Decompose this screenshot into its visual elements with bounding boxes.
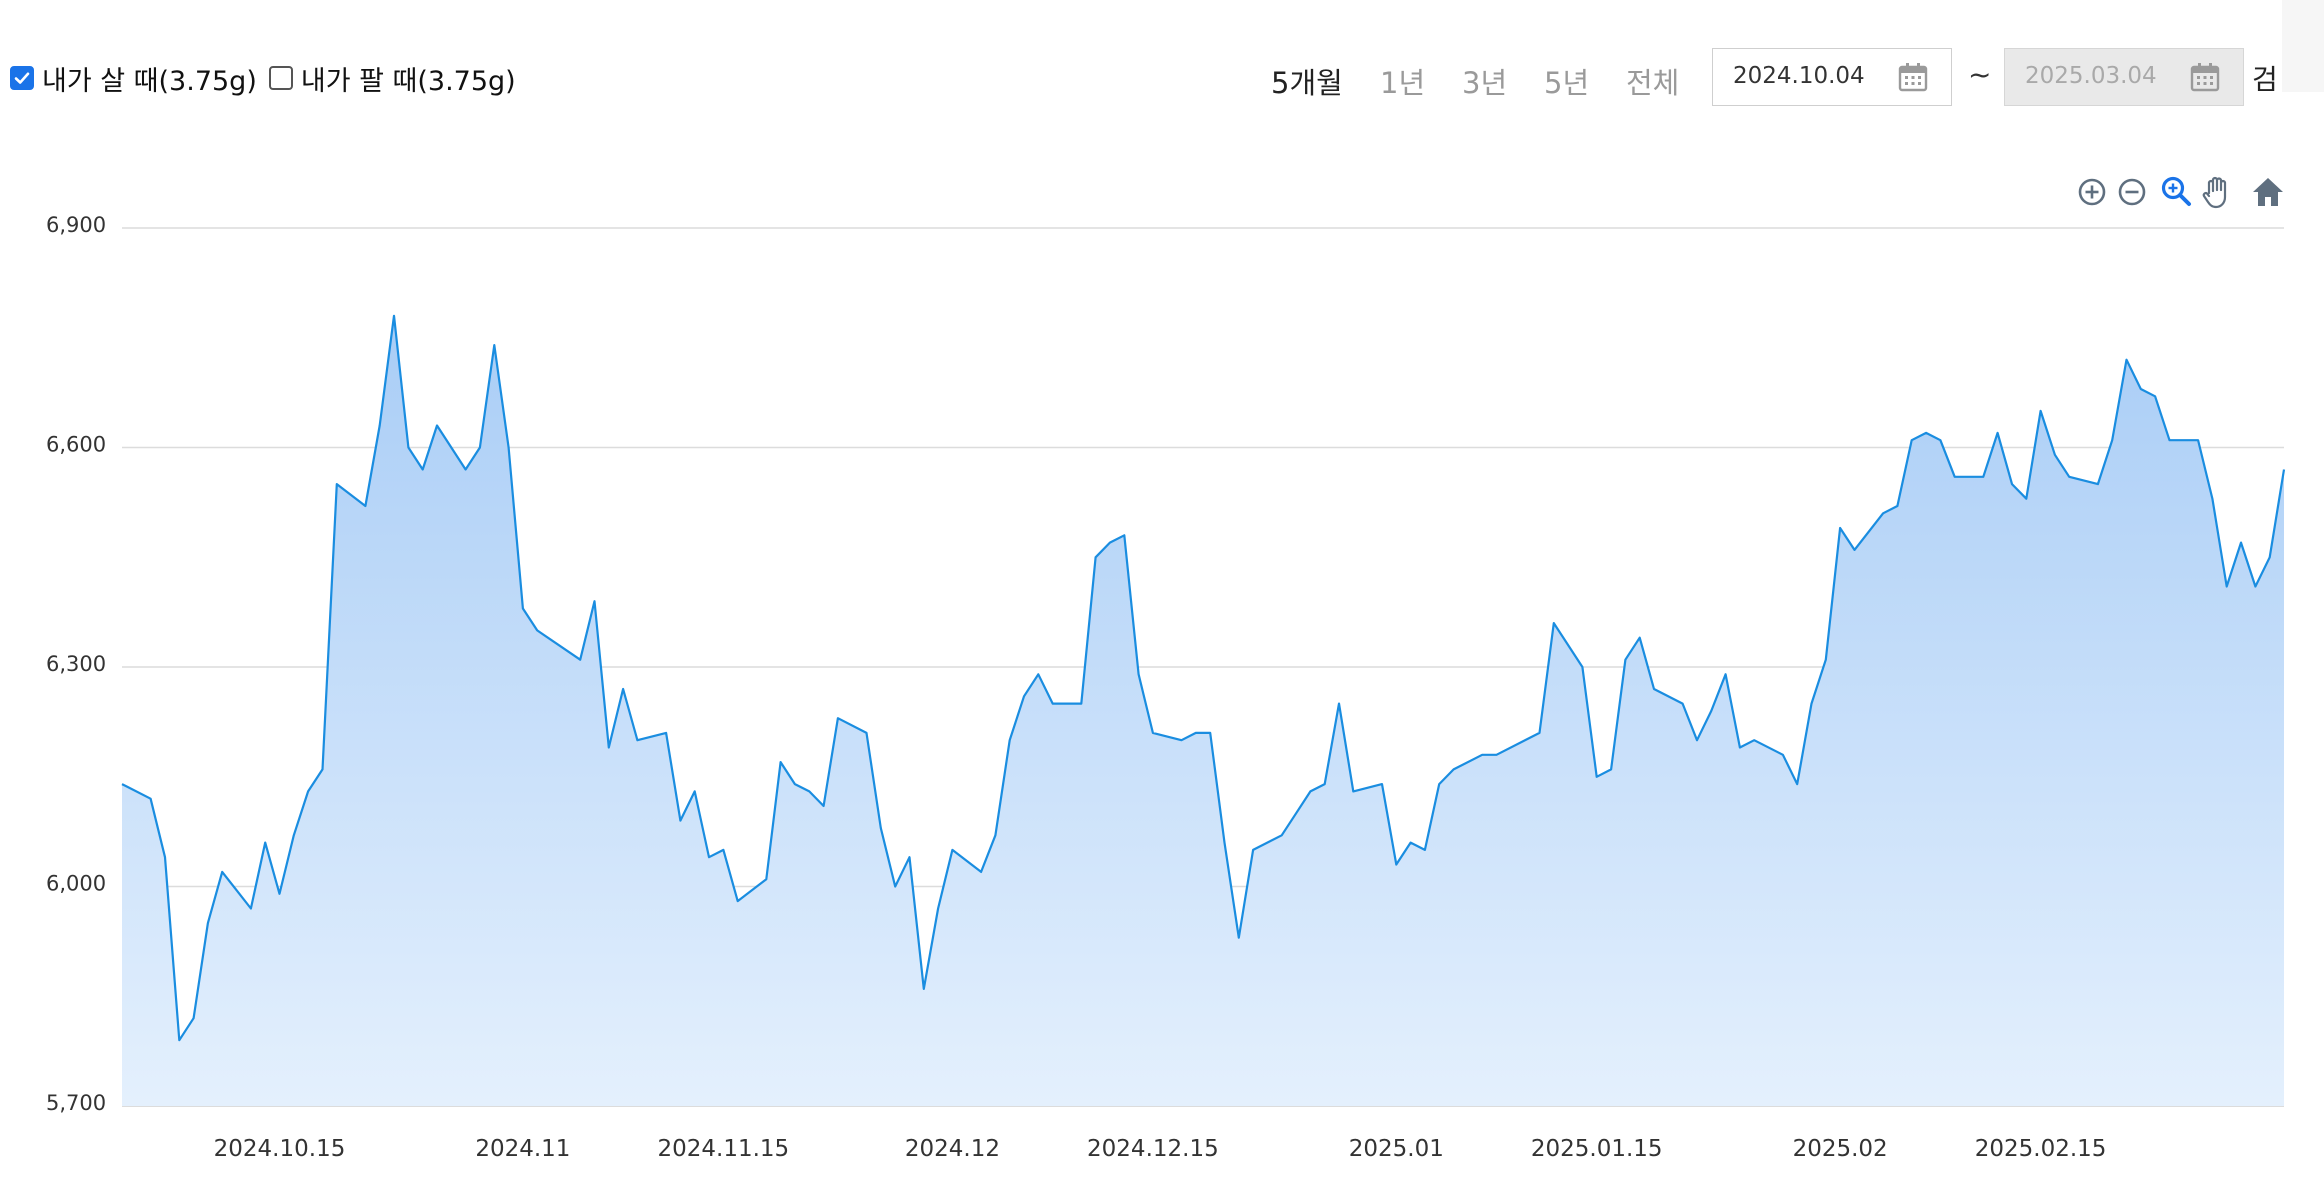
series-area (122, 315, 2284, 1106)
y-tick-label: 6,300 (46, 652, 106, 676)
x-tick-label: 2024.12.15 (1087, 1136, 1219, 1162)
x-tick-label: 2025.01.15 (1531, 1136, 1663, 1162)
y-axis: 5,700 6,000 6,300 6,600 6,900 (46, 213, 106, 1115)
x-tick-label: 2024.11.15 (657, 1136, 789, 1162)
x-tick-label: 2024.11 (475, 1136, 570, 1162)
x-tick-label: 2025.02 (1793, 1136, 1888, 1162)
price-area-chart: 5,7006,0006,3006,6006,900 2024.10.15 2024… (46, 213, 2286, 1162)
x-tick-label: 2024.12 (905, 1136, 1000, 1162)
y-tick-label: 5,700 (46, 1091, 106, 1115)
x-tick-label: 2024.10.15 (214, 1136, 346, 1162)
x-tick-label: 2025.01 (1349, 1136, 1444, 1162)
x-tick-label: 2025.02.15 (1975, 1136, 2107, 1162)
x-axis: 2024.10.15 2024.11 2024.11.15 2024.12 2024.1… (214, 1136, 2107, 1162)
y-tick-label: 6,000 (46, 872, 106, 896)
y-tick-label: 6,600 (46, 433, 106, 457)
y-tick-label: 6,900 (46, 213, 106, 237)
